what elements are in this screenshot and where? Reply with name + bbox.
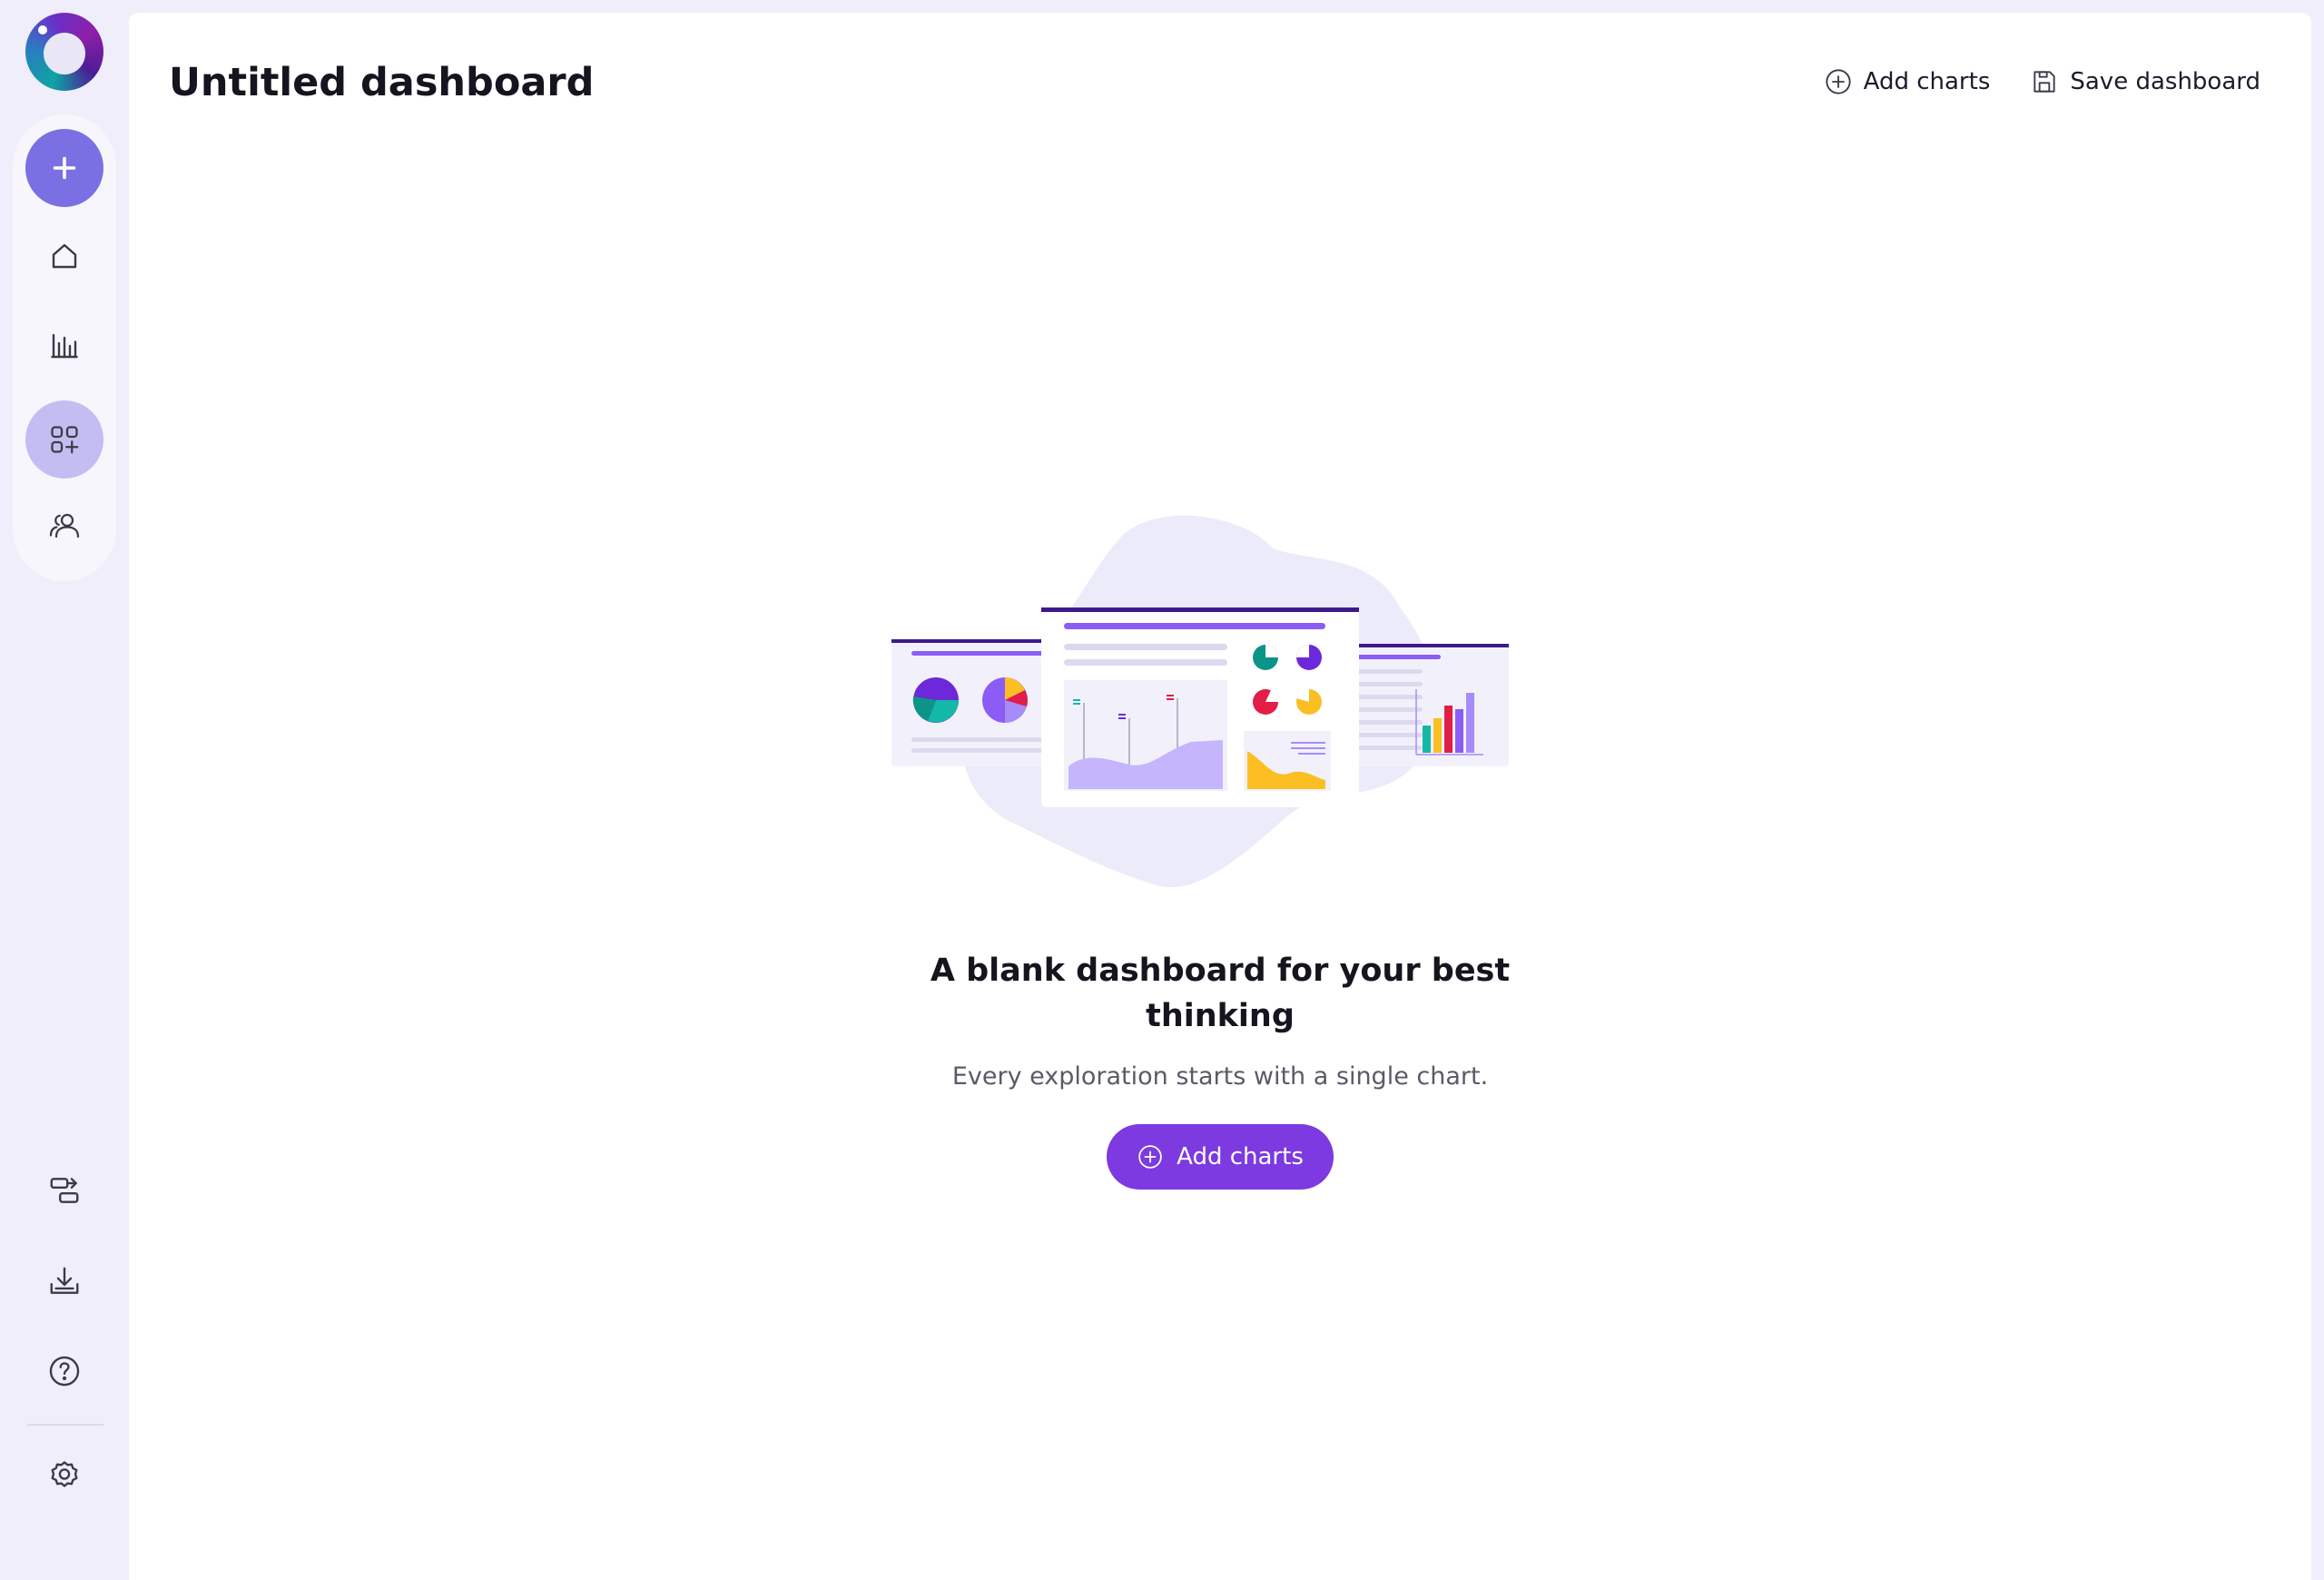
- home-icon: [52, 243, 77, 269]
- settings-button[interactable]: [25, 1437, 103, 1515]
- empty-state-title: A blank dashboard for your best thinking: [902, 948, 1538, 1039]
- logo-dot: [38, 25, 47, 35]
- plus-circle-icon: [1826, 69, 1851, 94]
- create-button[interactable]: [25, 129, 103, 207]
- empty-state-title-line2: thinking: [1146, 998, 1295, 1034]
- logo-inner: [44, 33, 85, 74]
- sidebar-nav-group: [13, 114, 116, 581]
- users-icon: [49, 513, 80, 538]
- add-charts-button[interactable]: Add charts: [1824, 67, 1991, 96]
- bar-chart-icon: [51, 333, 78, 359]
- page-title[interactable]: Untitled dashboard: [169, 60, 594, 105]
- app-logo[interactable]: [25, 13, 103, 91]
- add-charts-cta-button[interactable]: Add charts: [1107, 1124, 1334, 1190]
- plus-icon: [53, 156, 76, 180]
- add-charts-label: Add charts: [1863, 68, 1991, 95]
- sidebar-item-charts[interactable]: [25, 307, 103, 385]
- help-button[interactable]: [25, 1332, 103, 1410]
- save-icon: [2034, 71, 2055, 93]
- switch-button[interactable]: [25, 1151, 103, 1229]
- download-button[interactable]: [25, 1242, 103, 1320]
- header-toolbar: Add charts Save dashboard: [1824, 67, 2260, 96]
- add-charts-cta-label: Add charts: [1177, 1143, 1304, 1170]
- dashboard-illustration: [891, 515, 1509, 888]
- gear-icon: [51, 1461, 78, 1487]
- help-icon: [49, 1356, 80, 1387]
- empty-state-title-line1: A blank dashboard for your best: [930, 953, 1511, 989]
- plus-circle-icon: [1138, 1145, 1162, 1169]
- sidebar-item-users[interactable]: [25, 487, 103, 565]
- sidebar: [0, 0, 129, 1580]
- dashboard-add-icon: [51, 426, 79, 454]
- sidebar-item-dashboards[interactable]: [25, 400, 103, 479]
- switch-icon: [50, 1178, 79, 1203]
- empty-state-subtitle: Every exploration starts with a single c…: [951, 1062, 1489, 1091]
- save-dashboard-label: Save dashboard: [2070, 68, 2260, 95]
- main-panel: Untitled dashboard Add charts Save dashb…: [129, 13, 2311, 1580]
- sidebar-item-home[interactable]: [25, 217, 103, 295]
- sidebar-divider: [27, 1424, 103, 1426]
- save-dashboard-button[interactable]: Save dashboard: [2030, 67, 2260, 96]
- download-icon: [50, 1267, 79, 1294]
